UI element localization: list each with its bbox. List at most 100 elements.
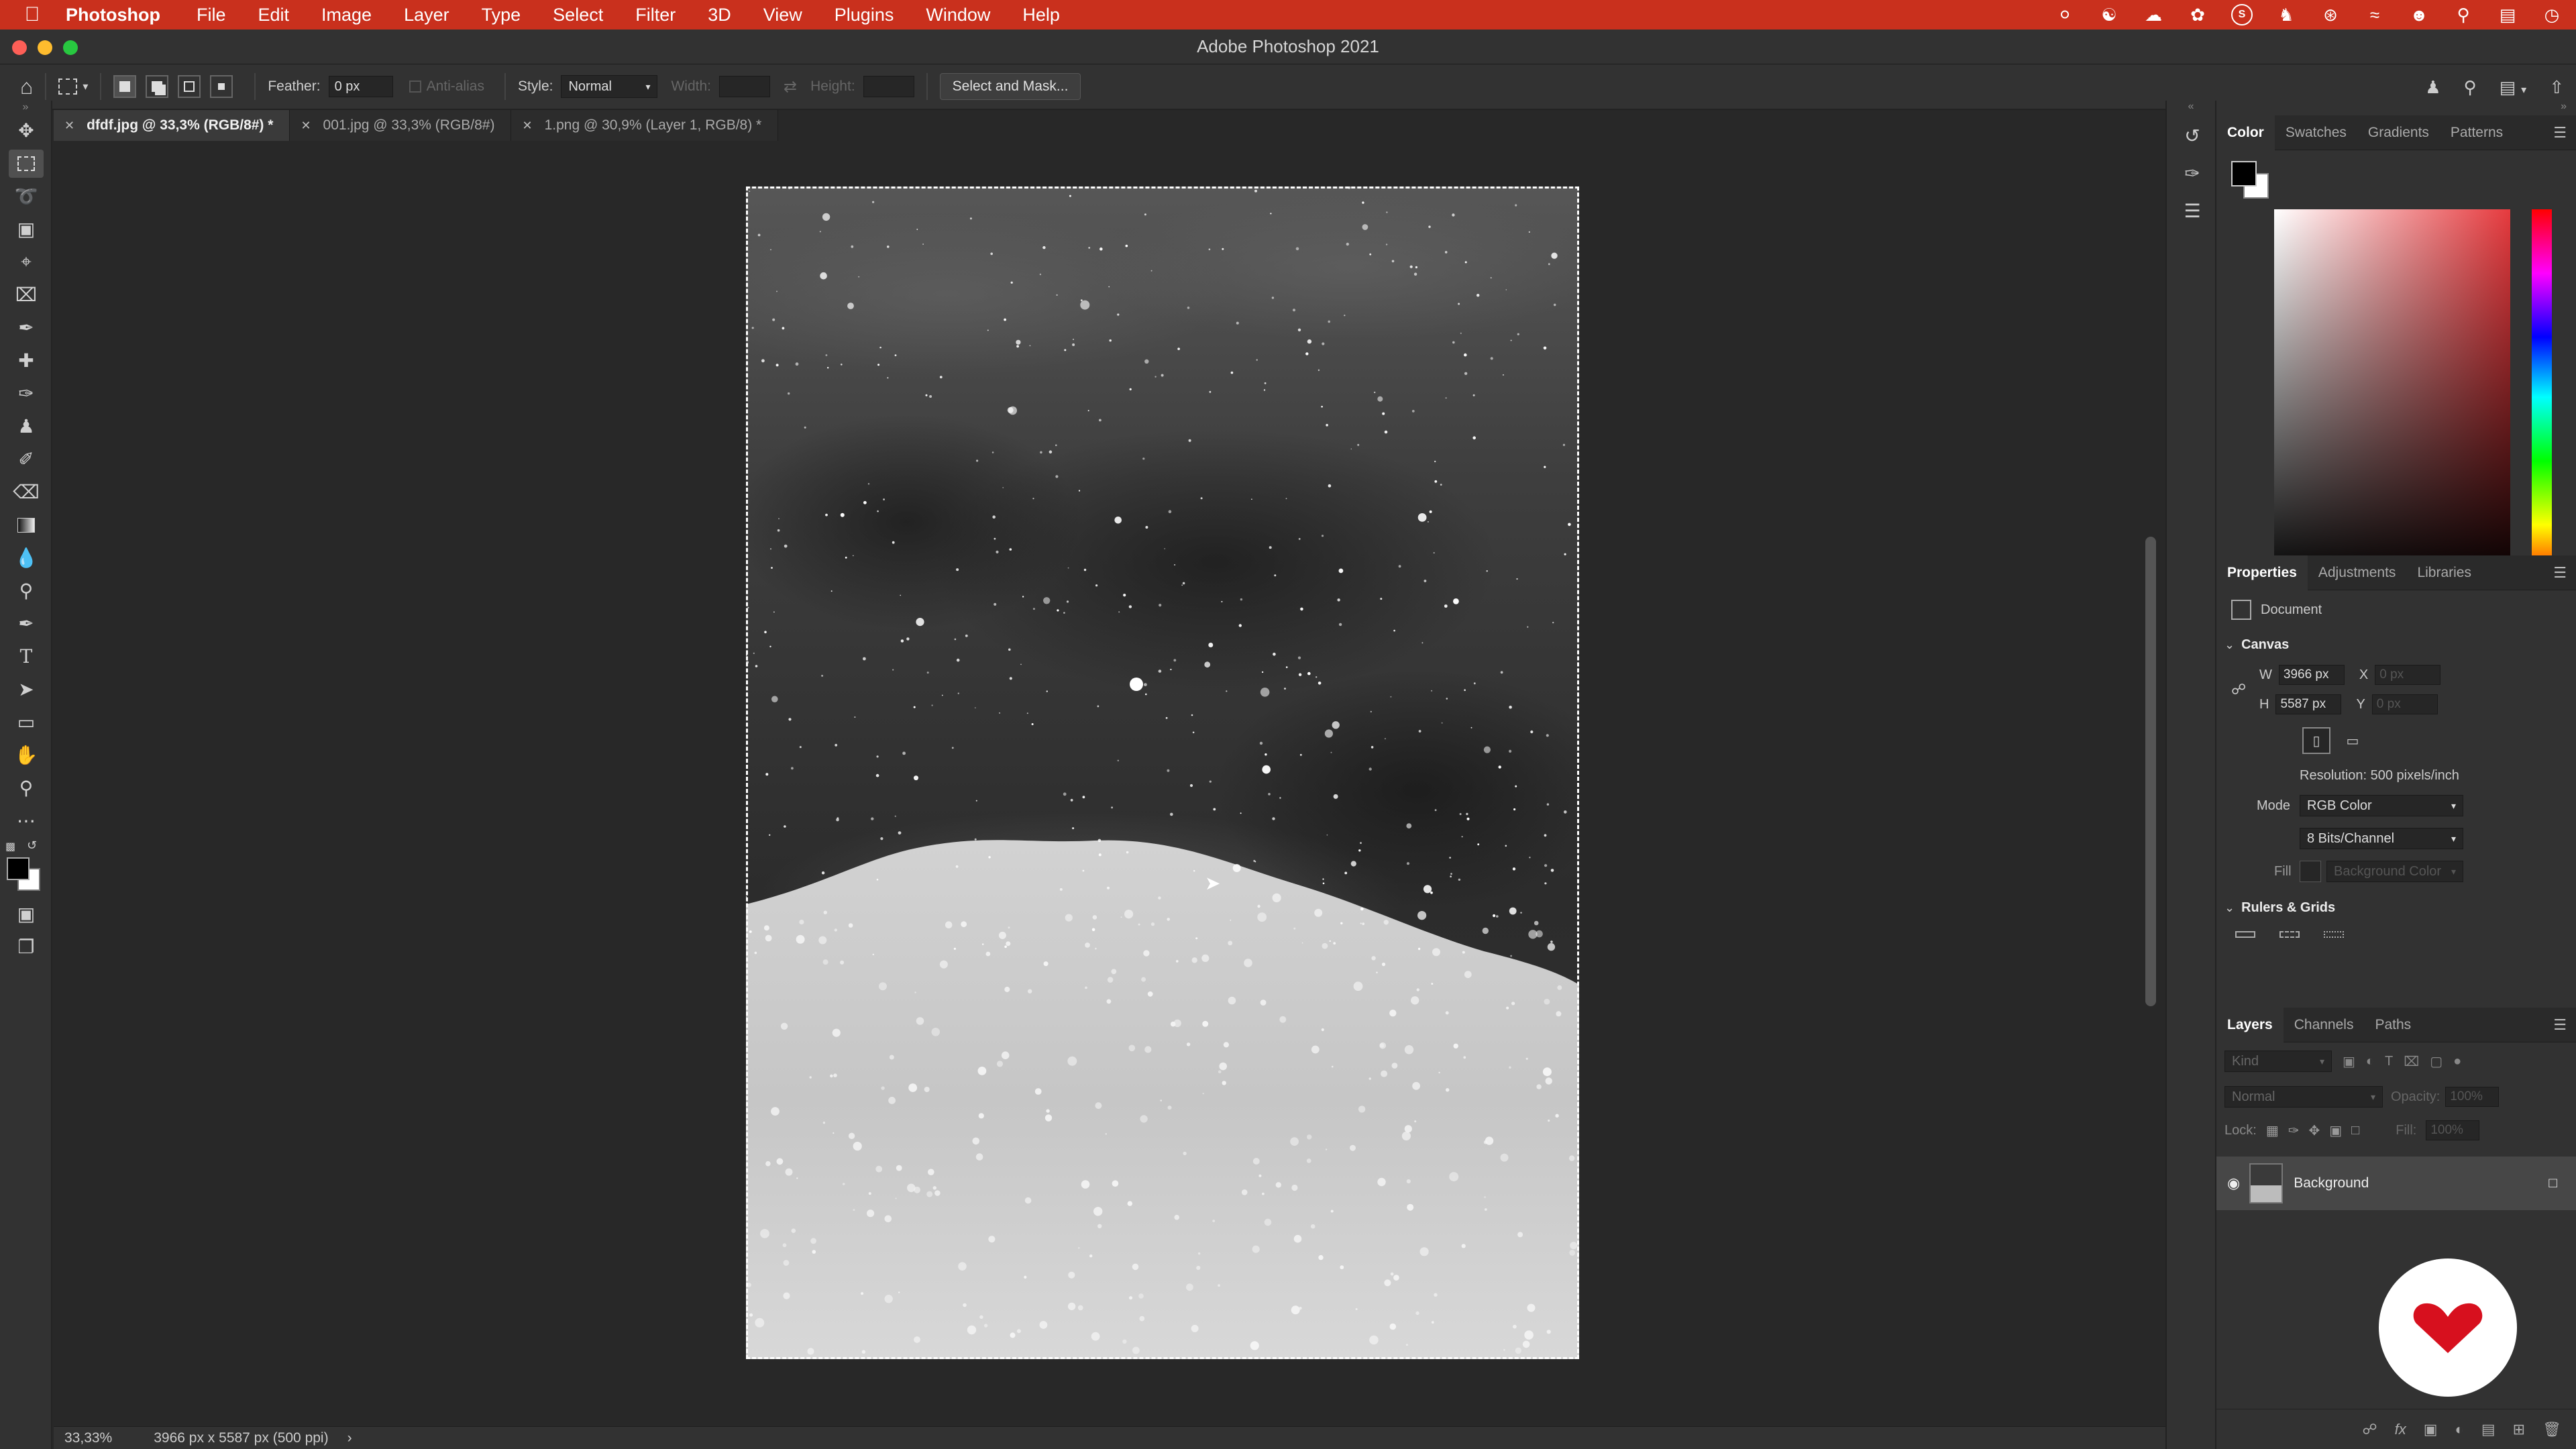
type-tool[interactable]: T [0,640,52,673]
lock-all-icon[interactable]: □ [2351,1123,2359,1138]
menu-help[interactable]: Help [1022,5,1060,25]
guides-icon[interactable] [2324,931,2344,938]
foreground-swatch[interactable] [2231,161,2257,186]
tab-patterns[interactable]: Patterns [2440,115,2514,150]
menu-select[interactable]: Select [553,5,603,25]
link-layers-icon[interactable]: ☍ [2362,1421,2377,1438]
filter-smart-object-icon[interactable]: ▢ [2430,1053,2443,1070]
chevron-right-icon[interactable]: › [347,1430,352,1446]
rectangular-marquee-tool[interactable] [0,147,52,180]
history-icon[interactable]: ↺ [2167,117,2218,154]
lock-pixels-icon[interactable]: ✑ [2288,1122,2300,1139]
menu-layer[interactable]: Layer [404,5,449,25]
workspace-icon[interactable]: ▤ ▾ [2500,77,2527,98]
tab-dfdf[interactable]: ✕ dfdf.jpg @ 33,3% (RGB/8#) * [54,110,290,141]
trash-icon[interactable]: 🗑 [2542,1421,2561,1438]
menu-filter[interactable]: Filter [635,5,676,25]
blur-tool[interactable]: 💧 [0,541,52,574]
saturation-brightness-picker[interactable] [2274,209,2510,585]
move-tool[interactable]: ✥ [0,114,52,147]
layer-fill-input[interactable]: 100% [2426,1120,2480,1140]
screen-mode-button[interactable]: ❐ [0,930,52,963]
puzzle-icon[interactable]: ♞ [2275,4,2297,25]
chevron-down-icon[interactable]: ⌄ [2224,638,2235,652]
rectangle-tool[interactable]: ▭ [0,706,52,739]
document-workspace[interactable]: ➤ [54,141,2165,1442]
zoom-level[interactable]: 33,33% [64,1430,112,1446]
gradient-tool[interactable] [0,508,52,541]
menu-view[interactable]: View [763,5,802,25]
foreground-color[interactable] [7,857,30,880]
lock-artboard-icon[interactable]: ▣ [2329,1122,2342,1139]
panel-grip-icon[interactable]: » [0,101,51,114]
bluetooth-icon[interactable]: ⊛ [2320,4,2341,25]
blend-mode-dropdown[interactable]: Normal ▾ [2224,1086,2383,1108]
cloud-sync-icon[interactable]: ☁ [2143,4,2164,25]
eye-icon[interactable]: ◉ [2227,1175,2240,1192]
tab-gradients[interactable]: Gradients [2357,115,2440,150]
healing-brush-tool[interactable]: ✚ [0,344,52,377]
tab-001[interactable]: ✕ 001.jpg @ 33,3% (RGB/8#) [290,110,512,141]
fill-dropdown[interactable]: Background Color ▾ [2326,861,2463,882]
clone-stamp-tool[interactable]: ♟ [0,410,52,443]
user-icon[interactable]: ☻ [2408,4,2430,25]
tab-paths[interactable]: Paths [2364,1008,2422,1042]
subtract-from-selection-button[interactable] [178,75,201,98]
landscape-orientation-button[interactable]: ▭ [2339,727,2367,754]
width-input[interactable] [719,76,770,97]
eyedropper-tool[interactable]: ✒ [0,311,52,344]
filter-type-icon[interactable]: T [2385,1054,2393,1069]
lock-icon[interactable]: □ [2548,1175,2557,1191]
path-selection-tool[interactable]: ➤ [0,673,52,706]
apple-icon[interactable]:  [23,3,42,25]
lock-transparency-icon[interactable]: ▦ [2266,1122,2279,1139]
menu-plugins[interactable]: Plugins [835,5,894,25]
zoom-window-button[interactable] [63,40,78,55]
tab-color[interactable]: Color [2216,115,2275,150]
layer-name[interactable]: Background [2294,1175,2369,1191]
grid-icon[interactable] [2279,931,2300,938]
menu-type[interactable]: Type [482,5,521,25]
search-icon[interactable]: ⚲ [2464,77,2477,98]
edit-toolbar-button[interactable]: ⋯ [0,804,52,837]
mode-dropdown[interactable]: RGB Color ▾ [2300,795,2463,816]
eraser-tool[interactable]: ⌫ [0,476,52,508]
hue-slider[interactable] [2532,209,2552,585]
menu-edit[interactable]: Edit [258,5,290,25]
wifi-off-icon[interactable]: ≈ [2364,4,2385,25]
filter-toggle-icon[interactable]: ● [2453,1054,2461,1069]
pen-tool[interactable]: ✒ [0,607,52,640]
control-center-icon[interactable]: ▤ [2497,4,2518,25]
tab-1png[interactable]: ✕ 1.png @ 30,9% (Layer 1, RGB/8) * [511,110,779,141]
link-icon[interactable]: ☍ [2231,681,2250,698]
close-icon[interactable]: ✕ [301,119,311,133]
chevron-down-icon[interactable]: ⌄ [2224,901,2235,915]
tool-preset-picker[interactable]: ▾ [58,78,88,95]
filter-adjustment-icon[interactable]: ◐ [2366,1054,2374,1069]
crop-tool[interactable]: ⌖ [0,246,52,278]
tab-properties[interactable]: Properties [2216,555,2308,590]
intersect-selection-button[interactable] [210,75,233,98]
close-window-button[interactable] [12,40,27,55]
canvas-width-input[interactable]: 3966 px [2278,665,2345,685]
bit-depth-dropdown[interactable]: 8 Bits/Channel ▾ [2300,828,2463,849]
tab-layers[interactable]: Layers [2216,1007,2284,1042]
layer-filter-dropdown[interactable]: Kind ▾ [2224,1051,2332,1072]
menu-window[interactable]: Window [926,5,990,25]
panel-menu-icon[interactable]: ☰ [2553,1008,2567,1042]
menu-app-photoshop[interactable]: Photoshop [66,5,160,25]
tab-adjustments[interactable]: Adjustments [2308,555,2407,590]
panel-menu-icon[interactable]: ☰ [2553,115,2567,150]
dodge-tool[interactable]: ⚲ [0,574,52,607]
filter-pixel-icon[interactable]: ▣ [2343,1053,2355,1070]
portrait-orientation-button[interactable]: ▯ [2302,727,2330,754]
document-canvas[interactable] [746,186,1579,1359]
new-group-icon[interactable]: ▤ [2481,1421,2496,1438]
menu-image[interactable]: Image [321,5,372,25]
swap-dimensions-icon[interactable]: ⇄ [784,77,797,97]
new-selection-button[interactable] [113,75,137,98]
home-icon[interactable]: ⌂ [20,74,33,99]
panel-menu-icon[interactable]: ☰ [2553,555,2567,590]
opacity-input[interactable]: 100% [2445,1087,2500,1107]
toggle-icon[interactable]: ⚪ [2054,4,2076,25]
